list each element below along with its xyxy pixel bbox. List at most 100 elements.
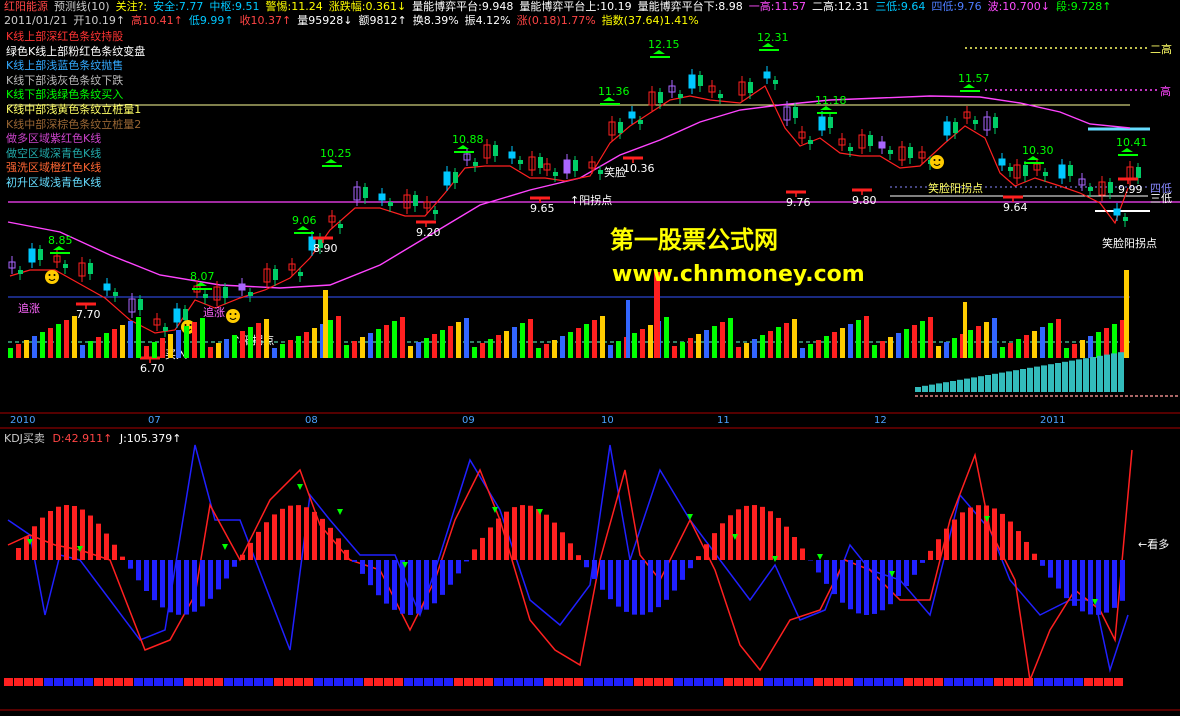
volume-bar (984, 322, 989, 358)
volume-bar (264, 319, 269, 358)
accumulation-bar (1006, 371, 1012, 392)
signal-strip-cell (464, 678, 473, 686)
signal-strip-cell (694, 678, 703, 686)
candle-body (718, 94, 723, 98)
signal-strip-cell (894, 678, 903, 686)
legend-item: K线中部深棕色条纹立桩量2 (6, 117, 142, 131)
kdj-bar (744, 505, 749, 560)
signal-strip-cell (134, 678, 143, 686)
volume-bar (608, 345, 613, 358)
volume-bar (1032, 331, 1037, 358)
kdj-bar (568, 543, 573, 560)
kdj-bar (1032, 553, 1037, 560)
kdj-bar (1088, 560, 1093, 615)
signal-strip-cell (954, 678, 963, 686)
kdj-bar (224, 560, 229, 579)
volume-bar (626, 300, 630, 358)
kdj-bar (136, 560, 141, 581)
signal-strip-cell (884, 678, 893, 686)
signal-strip-cell (504, 678, 513, 686)
candle-body (443, 171, 451, 186)
signal-strip-cell (564, 678, 573, 686)
volume-bar (880, 341, 885, 358)
signal-strip-cell (714, 678, 723, 686)
candle-body (598, 170, 603, 174)
volume-bar (440, 330, 445, 358)
signal-strip-cell (454, 678, 463, 686)
candle-body (688, 74, 696, 89)
xiaolian-label: 笑脸 (604, 165, 626, 179)
candle-body (993, 117, 998, 128)
price-label: 10.36 (623, 162, 655, 175)
kdj-bar (856, 560, 861, 614)
accumulation-bar (929, 384, 935, 392)
kdj-bar (1024, 541, 1029, 560)
signal-strip-cell (474, 678, 483, 686)
volume-bar (936, 346, 941, 358)
kdj-bar (160, 560, 165, 608)
kdj-bar (840, 560, 845, 603)
signal-strip-cell (524, 678, 533, 686)
kdj-bar (784, 526, 789, 560)
volume-bar (432, 334, 437, 358)
legend-item: K线下部浅绿色条纹买入 (6, 88, 124, 102)
kdj-bar (864, 560, 869, 615)
candle-body (1123, 217, 1128, 221)
volume-bar (8, 348, 13, 358)
kdj-bar (600, 560, 605, 590)
candle-body (793, 107, 798, 118)
kdj-bar (576, 555, 581, 560)
legend-item: K线上部深红色条纹持股 (6, 30, 124, 43)
accumulation-bar (992, 373, 998, 392)
kdj-bar (216, 560, 221, 590)
price-chart-canvas[interactable]: 8.85 7.70 6.70 8.07 9.06 8.90 10.25 9.20 10.88 9.… (0, 0, 1180, 716)
kdj-bar (928, 550, 933, 560)
volume-bar (536, 348, 541, 358)
volume-bar (552, 340, 557, 358)
signal-strip-cell (494, 678, 503, 686)
kdj-name: KDJ买卖 (4, 432, 45, 445)
kdj-bar (344, 549, 349, 560)
signal-strip-cell (424, 678, 433, 686)
candle-body (818, 116, 826, 131)
signal-strip-cell (994, 678, 1003, 686)
kdj-bar (248, 542, 253, 560)
kdj-bar (872, 560, 877, 614)
volume-bar (1104, 328, 1109, 358)
candle-body (698, 75, 703, 86)
kdj-bar (360, 560, 365, 574)
price-label: 8.07 (190, 270, 215, 283)
price-label: 9.99 (1118, 183, 1143, 196)
signal-strip-cell (274, 678, 283, 686)
signal-strip-cell (574, 678, 583, 686)
volume-bar (776, 327, 781, 358)
smiley-icon (226, 309, 240, 323)
kdj-bar (1000, 513, 1005, 560)
sell-arrow-icon (817, 554, 823, 560)
volume-bar (96, 337, 101, 358)
volume-bar (496, 335, 501, 358)
kdj-bar (896, 560, 901, 596)
kdj-bar (496, 518, 501, 560)
signal-strip-cell (84, 678, 93, 686)
kdj-bar (520, 505, 525, 560)
volume-bar (640, 329, 645, 358)
volume-bar (216, 343, 221, 358)
signal-strip-cell (604, 678, 613, 686)
signal-strip-cell (364, 678, 373, 686)
signal-strip-cell (154, 678, 163, 686)
signal-strip-cell (14, 678, 23, 686)
signal-strip-cell (314, 678, 323, 686)
signal-strip-cell (124, 678, 133, 686)
kdj-bar (768, 511, 773, 560)
price-label: 6.70 (140, 362, 165, 375)
volume-bar (352, 341, 357, 358)
signal-strip-cell (784, 678, 793, 686)
signal-strip-cell (434, 678, 443, 686)
candle-body (1088, 187, 1093, 191)
kdj-bar (296, 505, 301, 560)
volume-bar (272, 348, 277, 358)
signal-strip-cell (204, 678, 213, 686)
ma-short-line (9, 85, 1129, 334)
volume-bar (968, 330, 973, 358)
